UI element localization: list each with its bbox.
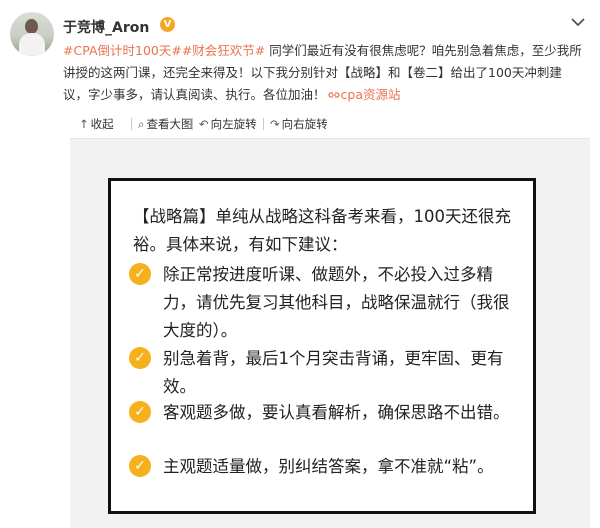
hashtag-accounting-festival[interactable]: #财会狂欢节# xyxy=(182,43,265,58)
advice-text: 除正常按进度听课、做题外，不必投入过多精力，请优先复习其他科目，战略保温就行（我… xyxy=(163,265,510,340)
check-icon: ✓ xyxy=(129,455,151,477)
rotate-right-button[interactable]: ↷ 向右旋转 xyxy=(270,116,328,132)
strategy-intro-text: 【战略篇】单纯从战略这科备考来看，100天还很充裕。具体来说，有如下建议： xyxy=(133,207,511,254)
source-link-label: cpa资源站 xyxy=(340,87,401,102)
check-icon: ✓ xyxy=(129,347,151,369)
advice-text: 主观题适量做，别纠结答案，拿不准就“粘”。 xyxy=(163,457,494,476)
collapse-up-icon: ↑ xyxy=(79,117,89,131)
avatar-head-shape xyxy=(25,19,38,34)
hashtag-cpa-countdown[interactable]: #CPA倒计时100天# xyxy=(63,43,182,58)
rotate-left-button[interactable]: ↶ 向左旋转 xyxy=(199,116,257,132)
check-icon: ✓ xyxy=(129,263,151,285)
toolbar-divider xyxy=(263,118,264,130)
rotate-right-icon: ↷ xyxy=(270,117,280,131)
search-icon: ⌕ xyxy=(138,117,145,131)
image-toolbar: ↑ 收起 ⌕ 查看大图 ↶ 向左旋转 ↷ 向右旋转 xyxy=(70,110,590,139)
collapse-button[interactable]: ↑ 收起 xyxy=(79,116,114,132)
post-text: #CPA倒计时100天##财会狂欢节# 同学们最近有没有很焦虑呢？咱先别急着焦虑… xyxy=(63,40,583,106)
avatar-body-shape xyxy=(19,33,45,56)
post-image-card[interactable]: 【战略篇】单纯从战略这科备考来看，100天还很充裕。具体来说，有如下建议： ✓ … xyxy=(108,178,536,514)
author-name[interactable]: 于竞博_Aron xyxy=(63,17,149,37)
advice-text: 客观题多做，要认真看解析，确保思路不出错。 xyxy=(163,403,510,422)
source-link[interactable]: cpa资源站 xyxy=(326,87,401,102)
advice-text: 别急着背，最后1个月突击背诵，更牢固、更有效。 xyxy=(163,349,504,396)
toolbar-divider xyxy=(131,118,132,130)
view-large-button[interactable]: ⌕ 查看大图 xyxy=(138,116,192,132)
rotate-left-icon: ↶ xyxy=(199,117,209,131)
link-icon xyxy=(327,92,340,98)
avatar[interactable] xyxy=(10,12,54,56)
verified-badge-icon: V xyxy=(160,17,175,32)
check-icon: ✓ xyxy=(129,401,151,423)
chevron-down-icon[interactable] xyxy=(568,14,588,30)
toolbar-divider xyxy=(192,118,193,130)
